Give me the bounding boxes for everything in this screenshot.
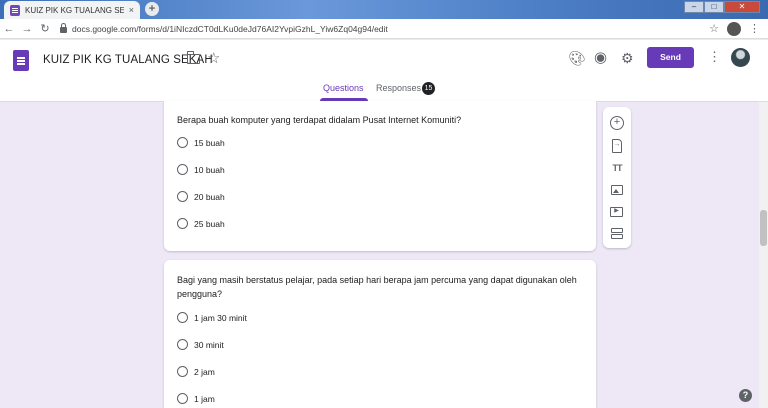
question-card[interactable]: Berapa buah komputer yang terdapat didal… <box>164 101 596 251</box>
option-label: 10 buah <box>194 164 225 175</box>
option-label: 20 buah <box>194 191 225 202</box>
palette-icon[interactable]: 🎨︎ <box>568 50 586 67</box>
option-label: 15 buah <box>194 137 225 148</box>
import-questions-icon[interactable]: → <box>612 139 622 153</box>
google-forms-logo-icon[interactable] <box>13 50 29 71</box>
tab-questions[interactable]: Questions <box>323 83 364 93</box>
url-text: docs.google.com/forms/d/1iNIczdCT0dLKu0d… <box>72 23 388 34</box>
option-item[interactable]: 15 buah <box>177 137 225 148</box>
add-section-icon[interactable] <box>611 228 623 240</box>
google-forms-favicon-icon <box>10 4 20 16</box>
add-question-icon[interactable]: + <box>610 116 624 130</box>
form-tabs: Questions Responses 15 <box>0 79 768 101</box>
star-icon[interactable]: ☆ <box>207 49 220 67</box>
option-label: 2 jam <box>194 366 215 377</box>
radio-icon[interactable] <box>177 164 188 175</box>
browser-tabstrip: KUIZ PIK KG TUALANG SEKAH - G × + – □ ✕ <box>0 0 768 19</box>
tab-responses[interactable]: Responses <box>376 83 421 93</box>
maximize-button[interactable]: □ <box>704 1 724 13</box>
radio-icon[interactable] <box>177 393 188 404</box>
floating-toolbar: + → TT ▶ <box>603 107 631 248</box>
radio-icon[interactable] <box>177 191 188 202</box>
scrollbar-thumb[interactable] <box>760 210 767 246</box>
tab-close-icon[interactable]: × <box>129 5 134 15</box>
preview-eye-icon[interactable]: ◉ <box>594 48 607 66</box>
window-controls: – □ ✕ <box>684 1 760 13</box>
question-text[interactable]: Berapa buah komputer yang terdapat didal… <box>177 113 587 127</box>
radio-icon[interactable] <box>177 339 188 350</box>
minimize-button[interactable]: – <box>684 1 704 13</box>
settings-gear-icon[interactable]: ⚙ <box>621 50 634 67</box>
more-options-icon[interactable]: ⋮ <box>708 49 721 65</box>
add-video-icon[interactable]: ▶ <box>610 207 623 217</box>
move-to-folder-icon[interactable] <box>186 51 200 64</box>
browser-tab[interactable]: KUIZ PIK KG TUALANG SEKAH - G × <box>4 1 140 19</box>
question-card[interactable]: Bagi yang masih berstatus pelajar, pada … <box>164 260 596 408</box>
new-tab-button[interactable]: + <box>145 2 159 16</box>
responses-count-badge: 15 <box>422 82 435 95</box>
address-bar[interactable]: docs.google.com/forms/d/1iNIczdCT0dLKu0d… <box>60 22 709 34</box>
radio-icon[interactable] <box>177 218 188 229</box>
lock-icon <box>60 22 67 33</box>
reload-icon[interactable]: ↻ <box>36 22 54 35</box>
radio-icon[interactable] <box>177 366 188 377</box>
help-icon[interactable]: ? <box>739 389 752 402</box>
send-button[interactable]: Send <box>647 47 694 68</box>
option-label: 30 minit <box>194 339 224 350</box>
option-item[interactable]: 10 buah <box>177 164 225 175</box>
question-text[interactable]: Bagi yang masih berstatus pelajar, pada … <box>177 273 587 301</box>
option-item[interactable]: 20 buah <box>177 191 225 202</box>
browser-toolbar: ← → ↻ docs.google.com/forms/d/1iNIczdCT0… <box>0 19 768 39</box>
radio-icon[interactable] <box>177 137 188 148</box>
profile-avatar-icon[interactable] <box>727 21 741 36</box>
bookmark-star-icon[interactable]: ☆ <box>709 22 719 35</box>
add-title-icon[interactable]: TT <box>610 161 624 175</box>
close-window-button[interactable]: ✕ <box>724 1 760 13</box>
option-label: 1 jam 30 minit <box>194 312 247 323</box>
option-item[interactable]: 1 jam <box>177 393 215 404</box>
option-item[interactable]: 30 minit <box>177 339 224 350</box>
option-label: 25 buah <box>194 218 225 229</box>
browser-tab-title: KUIZ PIK KG TUALANG SEKAH - G <box>25 5 124 15</box>
back-icon[interactable]: ← <box>0 23 18 35</box>
radio-icon[interactable] <box>177 312 188 323</box>
option-item[interactable]: 25 buah <box>177 218 225 229</box>
browser-menu-icon[interactable]: ⋮ <box>749 22 760 35</box>
option-item[interactable]: 2 jam <box>177 366 215 377</box>
forward-icon[interactable]: → <box>18 23 36 35</box>
account-avatar[interactable] <box>731 48 750 67</box>
option-item[interactable]: 1 jam 30 minit <box>177 312 247 323</box>
add-image-icon[interactable] <box>611 185 623 195</box>
option-label: 1 jam <box>194 393 215 404</box>
scrollbar[interactable] <box>759 102 768 408</box>
